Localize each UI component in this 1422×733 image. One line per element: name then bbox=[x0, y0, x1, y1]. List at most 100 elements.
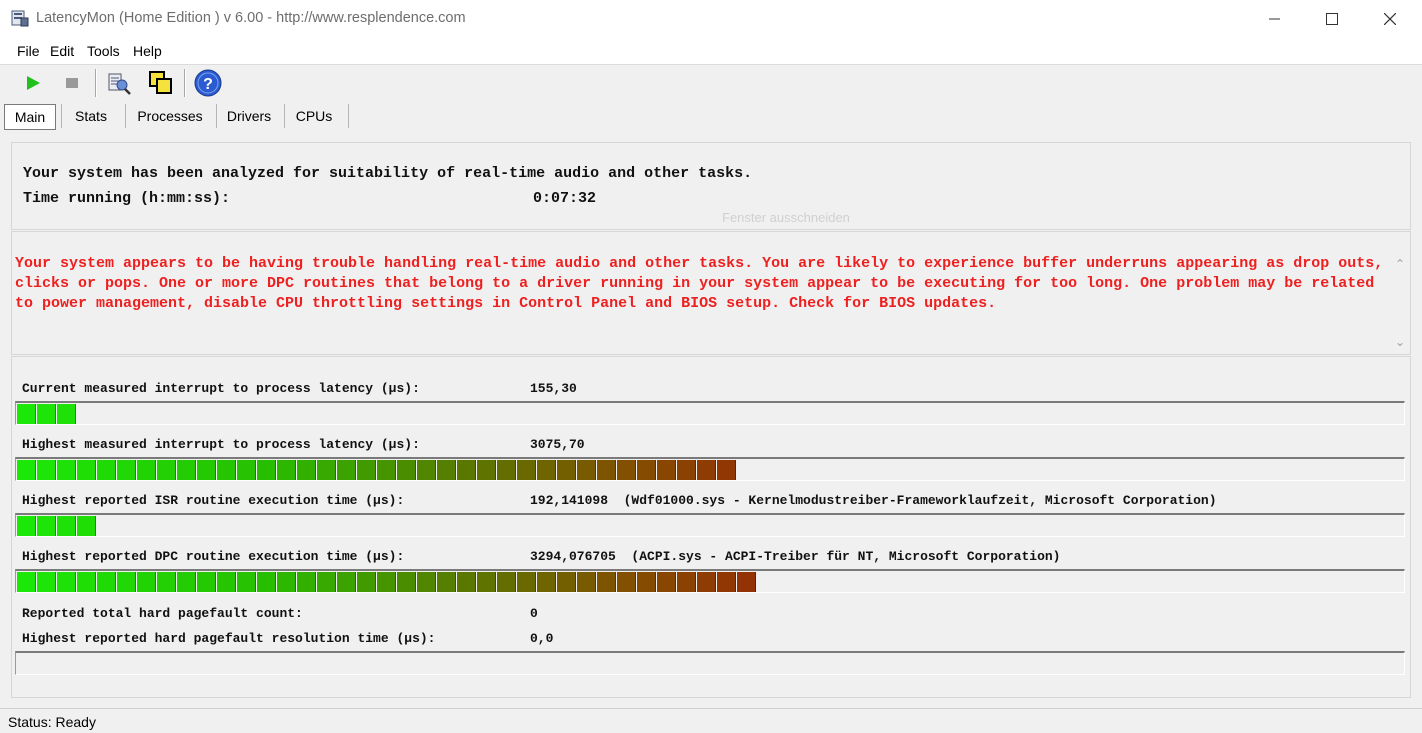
bar-segment bbox=[457, 460, 476, 480]
bar-segment bbox=[397, 572, 416, 592]
tab-stats[interactable]: Stats bbox=[64, 104, 118, 128]
bar-segment bbox=[637, 572, 656, 592]
highest-latency-bar bbox=[15, 457, 1405, 481]
metric-value: 0,0 bbox=[530, 631, 554, 646]
toolbar-separator bbox=[184, 69, 186, 97]
bar-segment bbox=[37, 516, 56, 536]
bar-segment bbox=[717, 460, 736, 480]
minimize-icon bbox=[1269, 18, 1280, 20]
bar-segment bbox=[697, 572, 716, 592]
stop-icon bbox=[66, 78, 78, 88]
bar-segment bbox=[197, 572, 216, 592]
bar-segment bbox=[337, 460, 356, 480]
metric-label: Current measured interrupt to process la… bbox=[22, 381, 420, 396]
close-icon bbox=[1384, 13, 1396, 25]
menu-file[interactable]: File bbox=[17, 43, 40, 59]
start-icon bbox=[27, 76, 40, 90]
bar-segment bbox=[657, 572, 676, 592]
bar-segment bbox=[357, 460, 376, 480]
bar-segment bbox=[277, 572, 296, 592]
menu-help[interactable]: Help bbox=[133, 43, 162, 59]
bar-segment bbox=[677, 460, 696, 480]
bar-segment bbox=[217, 572, 236, 592]
help-button[interactable]: ? bbox=[193, 68, 223, 98]
dpc-time-bar bbox=[15, 569, 1405, 593]
metric-label: Highest reported DPC routine execution t… bbox=[22, 549, 405, 564]
bar-segment bbox=[197, 460, 216, 480]
bar-segment bbox=[417, 460, 436, 480]
menu-tools[interactable]: Tools bbox=[87, 43, 120, 59]
minimize-button[interactable] bbox=[1246, 0, 1304, 38]
metric-value: 192,141098 (Wdf01000.sys - Kernelmodustr… bbox=[530, 493, 1217, 508]
toolbar: ? bbox=[0, 65, 1422, 103]
start-button[interactable] bbox=[18, 68, 48, 98]
bar-segment bbox=[157, 572, 176, 592]
tab-processes[interactable]: Processes bbox=[130, 104, 210, 128]
tab-main[interactable]: Main bbox=[4, 104, 56, 130]
metric-value: 155,30 bbox=[530, 381, 577, 396]
bar-segment bbox=[357, 572, 376, 592]
ghost-tooltip-text: Fenster ausschneiden bbox=[722, 210, 850, 225]
bar-segment bbox=[77, 460, 96, 480]
tab-bar: Main Stats Processes Drivers CPUs bbox=[0, 101, 1422, 131]
bar-segment bbox=[17, 404, 36, 424]
tab-cpus[interactable]: CPUs bbox=[288, 104, 340, 128]
copy-windows-button[interactable] bbox=[146, 68, 176, 98]
bar-segment bbox=[557, 572, 576, 592]
bar-segment bbox=[597, 572, 616, 592]
scroll-up-icon[interactable]: ⌃ bbox=[1394, 257, 1406, 271]
bar-segment bbox=[317, 572, 336, 592]
bar-segment bbox=[437, 460, 456, 480]
maximize-icon bbox=[1326, 13, 1338, 25]
menu-edit[interactable]: Edit bbox=[50, 43, 74, 59]
metric-value: 0 bbox=[530, 606, 538, 621]
report-button[interactable] bbox=[104, 68, 134, 98]
tab-drivers[interactable]: Drivers bbox=[220, 104, 278, 128]
title-bar: LatencyMon (Home Edition ) v 6.00 - http… bbox=[0, 0, 1422, 38]
bar-segment bbox=[57, 572, 76, 592]
toolbar-separator bbox=[95, 69, 97, 97]
tab-separator bbox=[348, 104, 349, 128]
copy-windows-icon bbox=[149, 71, 172, 94]
bar-segment bbox=[697, 460, 716, 480]
bar-segment bbox=[57, 516, 76, 536]
bar-segment bbox=[517, 572, 536, 592]
bar-segment bbox=[277, 460, 296, 480]
bar-segment bbox=[417, 572, 436, 592]
scroll-down-icon[interactable]: ⌄ bbox=[1394, 335, 1406, 349]
analysis-summary-text: Your system has been analyzed for suitab… bbox=[23, 165, 753, 182]
pagefault-time-bar bbox=[15, 651, 1405, 675]
tab-separator bbox=[61, 104, 62, 128]
bar-segment bbox=[177, 572, 196, 592]
bar-segment bbox=[617, 572, 636, 592]
help-icon: ? bbox=[194, 69, 222, 97]
bar-segment bbox=[257, 460, 276, 480]
maximize-button[interactable] bbox=[1303, 0, 1361, 38]
isr-time-bar bbox=[15, 513, 1405, 537]
warning-scrollbar[interactable]: ⌃ ⌄ bbox=[1390, 232, 1410, 354]
bar-segment bbox=[77, 516, 96, 536]
bar-segment bbox=[717, 572, 736, 592]
close-button[interactable] bbox=[1361, 0, 1419, 38]
metric-label: Reported total hard pagefault count: bbox=[22, 606, 303, 621]
bar-segment bbox=[37, 572, 56, 592]
metric-value: 3294,076705 (ACPI.sys - ACPI-Treiber für… bbox=[530, 549, 1061, 564]
bar-segment bbox=[17, 516, 36, 536]
stop-button[interactable] bbox=[57, 68, 87, 98]
warning-panel: Your system appears to be having trouble… bbox=[11, 231, 1411, 355]
bar-segment bbox=[297, 572, 316, 592]
bar-segment bbox=[637, 460, 656, 480]
bar-segment bbox=[497, 460, 516, 480]
bar-segment bbox=[537, 460, 556, 480]
bar-segment bbox=[17, 460, 36, 480]
bar-segment bbox=[177, 460, 196, 480]
menu-bar: File Edit Tools Help bbox=[0, 38, 1422, 65]
bar-segment bbox=[217, 460, 236, 480]
bar-segment bbox=[577, 460, 596, 480]
bar-segment bbox=[477, 460, 496, 480]
bar-segment bbox=[377, 572, 396, 592]
window-title: LatencyMon (Home Edition ) v 6.00 - http… bbox=[36, 10, 466, 26]
bar-segment bbox=[437, 572, 456, 592]
bar-segment bbox=[37, 460, 56, 480]
bar-segment bbox=[557, 460, 576, 480]
